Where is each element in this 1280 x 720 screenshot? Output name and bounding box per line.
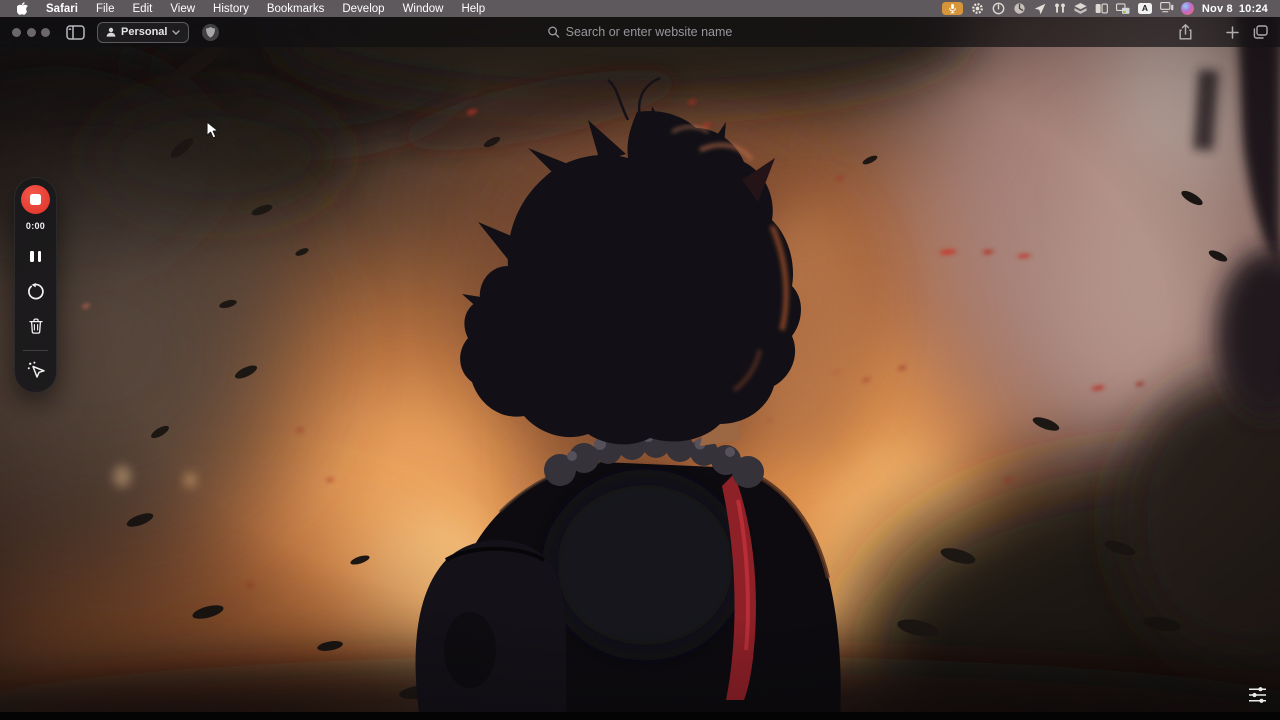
menu-item-bookmarks[interactable]: Bookmarks — [258, 3, 334, 15]
person-icon — [106, 27, 116, 37]
world-clock-icon — [1014, 3, 1025, 14]
close-window-button[interactable] — [12, 27, 21, 37]
devices-menu[interactable] — [1160, 1, 1174, 16]
search-input[interactable]: Search or enter website name — [548, 25, 733, 39]
devices-icon — [1160, 1, 1174, 12]
tab-group-selector[interactable]: Personal — [97, 21, 190, 43]
privacy-shield-icon — [206, 26, 216, 38]
wallpaper-image — [0, 0, 1280, 720]
pause-icon — [30, 250, 41, 262]
cursor-effects-button[interactable] — [24, 360, 48, 380]
window-tiles-menu[interactable] — [1095, 2, 1108, 16]
power-circle-menu[interactable] — [992, 2, 1005, 16]
screen-recorder-panel: 0:00 — [14, 177, 57, 393]
panel-divider — [23, 350, 48, 351]
menu-item-help[interactable]: Help — [452, 3, 494, 15]
privacy-shield-button[interactable] — [202, 23, 220, 41]
trash-icon — [28, 318, 43, 334]
magic-cursor-icon — [27, 361, 45, 378]
airpods-icon — [1054, 3, 1065, 13]
airpods-menu[interactable] — [1054, 2, 1066, 16]
menu-item-safari[interactable]: Safari — [37, 3, 87, 15]
tab-group-label: Personal — [121, 26, 168, 38]
screen-mirroring-icon — [1115, 2, 1130, 14]
layers-stack-icon — [1074, 2, 1087, 14]
apple-icon — [17, 2, 28, 15]
window-controls — [12, 27, 50, 37]
recording-mic-indicator[interactable] — [941, 2, 963, 15]
menu-bar-clock[interactable]: Nov 8 10:24 — [1202, 3, 1268, 15]
pause-recording-button[interactable] — [24, 246, 48, 266]
restart-icon — [28, 282, 44, 299]
menu-item-window[interactable]: Window — [394, 3, 453, 15]
apple-menu[interactable] — [8, 2, 37, 15]
letterbox-bar — [0, 712, 1280, 720]
delete-recording-button[interactable] — [24, 316, 48, 336]
sidebar-icon — [66, 24, 85, 40]
time-label: 10:24 — [1238, 2, 1268, 15]
settings-gear-menu[interactable] — [971, 2, 984, 16]
date-label: Nov 8 — [1201, 2, 1233, 15]
gear-icon — [972, 3, 983, 14]
search-placeholder: Search or enter website name — [565, 25, 733, 39]
tab-overview-icon — [1253, 25, 1268, 39]
share-button[interactable] — [1179, 24, 1192, 40]
siri-menu[interactable] — [1180, 2, 1194, 16]
chevron-down-icon — [172, 29, 181, 35]
sidebar-toggle-button[interactable] — [66, 24, 85, 40]
restart-recording-button[interactable] — [24, 281, 48, 301]
toolbar-right-actions — [1179, 17, 1268, 47]
siri-icon — [1180, 2, 1194, 15]
location-menu[interactable] — [1034, 2, 1046, 16]
plus-icon — [1226, 25, 1239, 39]
layers-stack-menu[interactable] — [1074, 2, 1087, 16]
tab-overview-button[interactable] — [1253, 25, 1268, 39]
stop-recording-button[interactable] — [21, 185, 50, 214]
input-source-label: A — [1141, 3, 1148, 14]
menu-item-view[interactable]: View — [161, 3, 204, 15]
zoom-window-button[interactable] — [41, 27, 50, 37]
new-tab-button[interactable] — [1226, 25, 1239, 39]
window-tiles-icon — [1095, 3, 1108, 14]
menu-item-history[interactable]: History — [204, 3, 258, 15]
input-source-menu[interactable]: A — [1137, 3, 1152, 14]
screen-mirroring-menu[interactable] — [1115, 2, 1130, 16]
menu-item-edit[interactable]: Edit — [124, 3, 162, 15]
menu-item-develop[interactable]: Develop — [333, 3, 393, 15]
menu-item-file[interactable]: File — [87, 3, 124, 15]
location-arrow-icon — [1034, 3, 1046, 14]
menu-bar-status: A Nov 8 10:24 — [941, 1, 1280, 16]
world-clock-menu[interactable] — [1013, 2, 1026, 16]
customize-start-page-button[interactable] — [1248, 686, 1267, 709]
microphone-icon — [949, 3, 956, 13]
sliders-icon — [1249, 687, 1266, 703]
stop-icon — [30, 194, 41, 205]
menu-bar: Safari File Edit View History Bookmarks … — [0, 0, 1280, 17]
magnifier-icon — [548, 26, 560, 38]
power-circle-icon — [992, 2, 1005, 15]
share-icon — [1179, 24, 1192, 40]
safari-toolbar: Personal Search or enter website name — [0, 17, 1280, 47]
menu-bar-left: Safari File Edit View History Bookmarks … — [0, 2, 494, 15]
minimize-window-button[interactable] — [26, 27, 36, 37]
recording-timer: 0:00 — [25, 221, 46, 231]
